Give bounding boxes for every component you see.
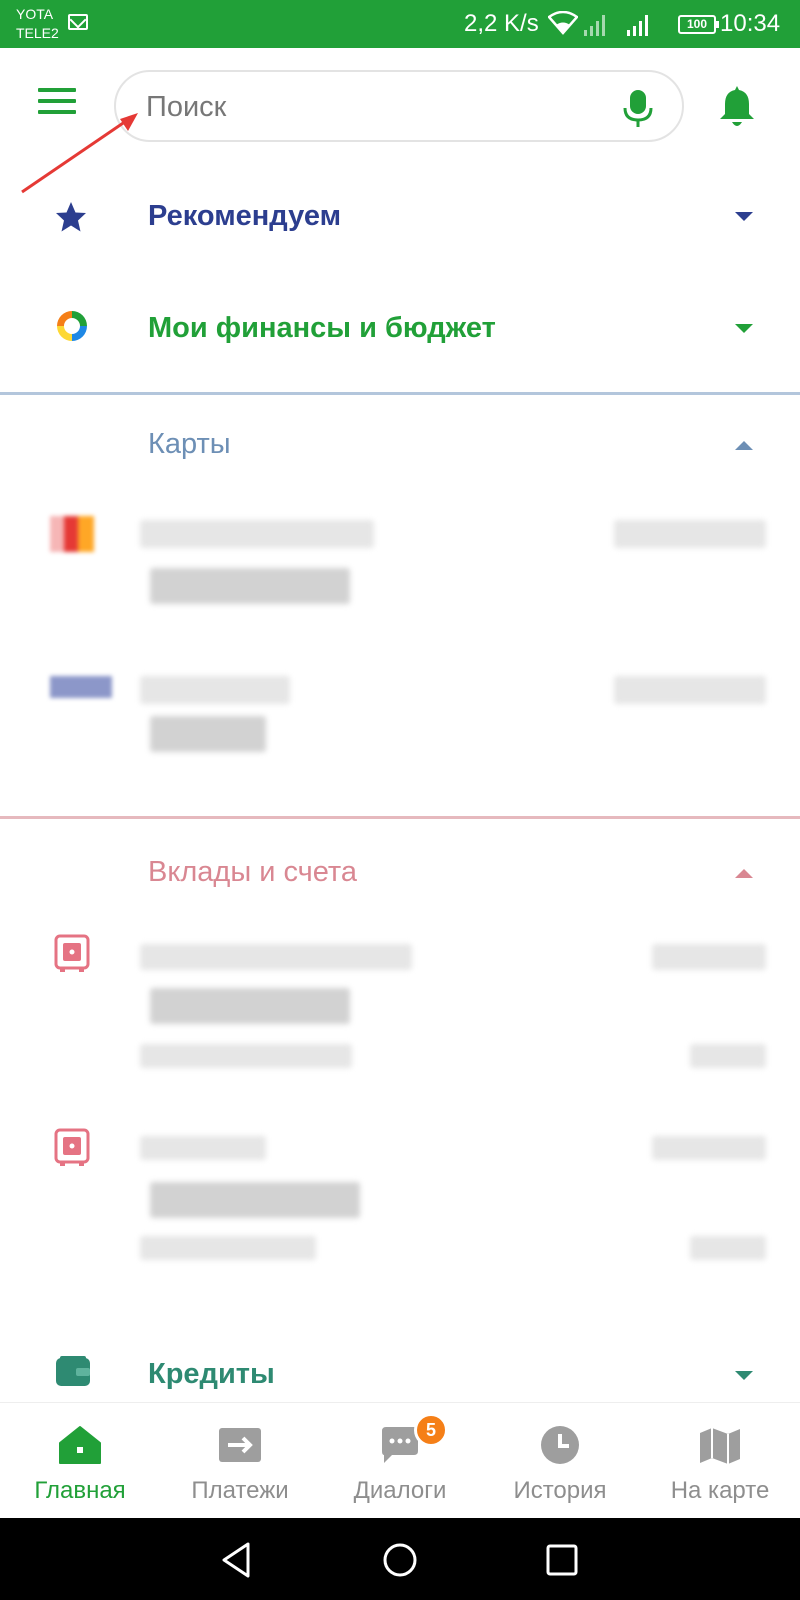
nav-history[interactable]: История	[480, 1403, 640, 1519]
search-input[interactable]	[146, 88, 586, 126]
back-icon[interactable]	[216, 1538, 260, 1582]
blurred-account-balance	[150, 988, 350, 1024]
chevron-down-icon	[735, 212, 753, 221]
chevron-down-icon	[735, 1371, 753, 1380]
wifi-icon	[548, 11, 578, 35]
blurred-account-balance	[150, 1182, 360, 1218]
carrier-names: YOTA TELE2	[16, 5, 59, 43]
blurred-card-name	[140, 520, 374, 548]
carrier-tele2: TELE2	[16, 25, 59, 41]
map-icon	[700, 1428, 740, 1464]
blurred-card-number	[614, 676, 766, 704]
card-logo-icon	[50, 676, 112, 698]
mail-notification-icon	[68, 14, 88, 30]
blurred-account-rate	[690, 1236, 766, 1260]
blurred-account-name	[140, 1136, 266, 1160]
nav-home-label: Главная	[34, 1477, 126, 1504]
clock-icon	[541, 1426, 579, 1464]
nav-history-label: История	[513, 1477, 607, 1504]
section-divider	[0, 392, 800, 395]
signal-sim1-icon	[584, 15, 605, 36]
section-divider	[0, 816, 800, 819]
transfer-icon	[219, 1428, 261, 1462]
section-finance-title: Мои финансы и бюджет	[148, 312, 496, 344]
home-circle-icon[interactable]	[378, 1538, 422, 1582]
nav-payments[interactable]: Платежи	[160, 1403, 320, 1519]
card-logo-icon	[50, 516, 102, 552]
search-bar[interactable]	[114, 70, 684, 142]
chevron-up-icon	[735, 441, 753, 450]
microphone-icon[interactable]	[616, 86, 660, 130]
blurred-card-balance	[150, 716, 266, 752]
nav-dialogs[interactable]: 5 Диалоги	[320, 1403, 480, 1519]
chevron-down-icon	[735, 324, 753, 333]
carrier-yota: YOTA	[16, 6, 54, 22]
recents-icon[interactable]	[540, 1538, 584, 1582]
section-recommend[interactable]: Рекомендуем	[0, 178, 800, 258]
section-deposits-title: Вклады и счета	[148, 856, 358, 888]
blurred-card-balance	[150, 568, 350, 604]
dialogs-badge: 5	[414, 1413, 448, 1447]
menu-icon[interactable]	[38, 88, 78, 116]
status-bar: YOTA TELE2 2,2 K/s 100 10:34	[0, 0, 800, 48]
nav-map[interactable]: На карте	[640, 1403, 800, 1519]
blurred-card-number	[614, 520, 766, 548]
blurred-account-details	[140, 1236, 316, 1260]
signal-sim2-icon	[627, 15, 648, 36]
section-finance[interactable]: Мои финансы и бюджет	[0, 290, 800, 370]
blurred-card-name	[140, 676, 290, 704]
section-deposits[interactable]: Вклады и счета	[0, 834, 800, 914]
budget-chart-icon	[57, 311, 87, 341]
system-navigation-bar	[0, 1518, 800, 1600]
clock-time: 10:34	[720, 10, 781, 37]
nav-payments-label: Платежи	[191, 1477, 289, 1504]
section-cards-title: Карты	[148, 428, 231, 460]
nav-map-label: На карте	[670, 1477, 770, 1504]
blurred-account-details	[140, 1044, 352, 1068]
blurred-account-number	[652, 944, 766, 970]
safe-icon	[54, 1128, 90, 1166]
section-credits-title: Кредиты	[148, 1358, 275, 1390]
star-icon	[56, 202, 86, 232]
bottom-navigation: Главная Платежи 5 Диалоги История На кар…	[0, 1402, 800, 1518]
wallet-icon	[56, 1356, 90, 1386]
blurred-account-number	[652, 1136, 766, 1160]
network-speed: 2,2 K/s	[464, 10, 539, 37]
bell-icon[interactable]	[715, 84, 759, 130]
home-icon	[59, 1426, 101, 1464]
blurred-account-name	[140, 944, 412, 970]
section-cards[interactable]: Карты	[0, 404, 800, 484]
nav-home[interactable]: Главная	[0, 1403, 160, 1519]
section-recommend-title: Рекомендуем	[148, 200, 342, 232]
nav-dialogs-label: Диалоги	[353, 1477, 447, 1504]
safe-icon	[54, 934, 90, 972]
blurred-account-rate	[690, 1044, 766, 1068]
battery-icon: 100	[678, 15, 719, 34]
chevron-up-icon	[735, 869, 753, 878]
